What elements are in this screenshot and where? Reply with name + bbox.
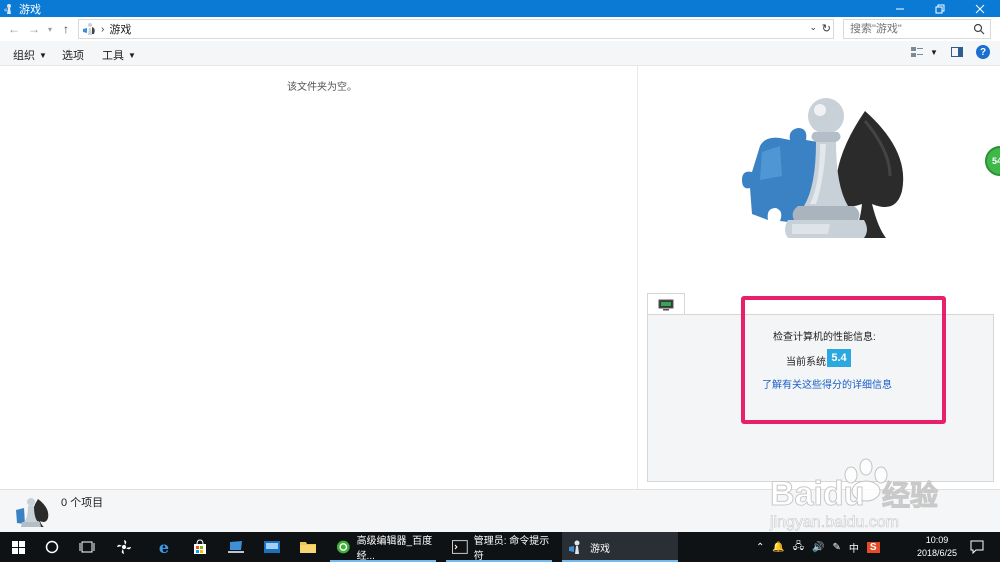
window-controls — [880, 0, 1000, 17]
cmd-icon — [452, 540, 468, 554]
file-list[interactable]: 该文件夹为空。 — [0, 66, 637, 489]
organize-label: 组织 — [13, 50, 35, 62]
minimize-icon — [896, 8, 904, 9]
breadcrumb-games[interactable]: 游戏 — [109, 21, 131, 37]
notification-bell-icon[interactable]: 🔔 — [772, 542, 784, 553]
restore-button[interactable] — [920, 0, 960, 17]
options-button[interactable]: 选项 — [62, 47, 84, 63]
taskbar-item-games[interactable]: 游戏 — [562, 532, 678, 562]
clock-time: 10:09 — [925, 535, 949, 545]
store-button[interactable] — [190, 537, 210, 557]
address-dropdown-icon[interactable]: ⌄ — [809, 22, 817, 33]
help-icon: ? — [976, 45, 990, 59]
games-folder-icon — [83, 23, 95, 35]
command-bar: 组织 ▼ 选项 工具 ▼ ▼ ? — [0, 41, 1000, 66]
restore-icon — [935, 4, 945, 13]
up-arrow-icon: ↑ — [63, 22, 69, 36]
browser-360-icon — [336, 540, 350, 554]
caret-down-icon: ▼ — [128, 50, 136, 60]
recent-locations-button[interactable]: ▾ — [44, 19, 56, 39]
address-bar: ← → ▾ ↑ › 游戏 ⌄ ↻ — [0, 17, 1000, 41]
options-label: 选项 — [62, 50, 84, 62]
taskbar-item-cmd[interactable]: 管理员: 命令提示符 — [446, 532, 558, 562]
taskbar-item-label: 高级编辑器_百度经... — [356, 536, 433, 562]
fan-app-button[interactable] — [114, 537, 134, 557]
fan-icon — [117, 540, 131, 554]
view-icon — [911, 47, 923, 57]
tools-menu[interactable]: 工具 ▼ — [102, 47, 136, 63]
preview-pane-button[interactable] — [950, 45, 964, 59]
window-title: 游戏 — [19, 3, 41, 16]
close-button[interactable] — [960, 0, 1000, 17]
title-bar: 游戏 — [0, 0, 1000, 17]
store-bag-icon — [194, 539, 206, 554]
preview-pane: 检查计算机的性能信息: 当前系统 5.4 了解有关这些得分的详细信息 — [637, 66, 1000, 489]
forward-button[interactable]: → — [24, 19, 44, 39]
games-chess-logo-icon — [742, 98, 904, 238]
edge-button[interactable]: e — [154, 537, 174, 557]
start-button[interactable] — [8, 537, 28, 557]
ime-indicator[interactable]: 中 — [849, 540, 859, 555]
caret-down-icon: ▼ — [39, 50, 47, 60]
cortana-button[interactable] — [42, 537, 62, 557]
taskbar: e 高级编辑器_百度经... 管理员: 命令提示符 游戏 ⌃ 🔔 🖧 🔊 ✎ 中… — [0, 532, 1000, 562]
system-tray: ⌃ 🔔 🖧 🔊 ✎ 中 S — [756, 532, 880, 562]
preview-pane-icon — [951, 47, 963, 57]
help-button[interactable]: ? — [976, 45, 990, 59]
taskbar-item-editor[interactable]: 高级编辑器_百度经... — [330, 532, 442, 562]
network-icon[interactable]: 🖧 — [793, 539, 804, 556]
address-field[interactable]: › 游戏 ⌄ ↻ — [78, 19, 834, 39]
search-icon — [973, 23, 985, 35]
search-box[interactable] — [843, 19, 991, 39]
taskbar-item-label: 管理员: 命令提示符 — [473, 536, 550, 562]
details-pane: 0 个项目 — [0, 489, 1000, 532]
games-chess-thumbnail-icon — [16, 498, 49, 527]
monitor-icon — [658, 299, 674, 310]
breadcrumb-separator-icon: › — [101, 23, 105, 35]
clock-date: 2018/6/25 — [916, 548, 958, 558]
window-app-icon — [264, 541, 280, 553]
task-view-button[interactable] — [77, 537, 97, 557]
pen-icon[interactable]: ✎ — [832, 542, 840, 553]
games-folder-icon — [569, 540, 580, 554]
windows-logo-icon — [11, 540, 25, 554]
show-hidden-icons-icon[interactable]: ⌃ — [756, 542, 764, 553]
tools-label: 工具 — [102, 50, 124, 62]
action-center-button[interactable] — [967, 537, 987, 557]
folder-icon — [300, 542, 316, 553]
search-input[interactable] — [850, 23, 968, 35]
highlight-annotation-box — [741, 296, 946, 424]
item-count: 0 个项目 — [61, 497, 104, 509]
file-explorer-button[interactable] — [298, 537, 318, 557]
system-clock[interactable]: 10:09 2018/6/25 — [913, 534, 961, 560]
back-button[interactable]: ← — [4, 19, 24, 39]
chevron-down-icon: ▾ — [47, 24, 52, 34]
volume-icon[interactable]: 🔊 — [812, 542, 824, 553]
up-button[interactable]: ↑ — [56, 19, 76, 39]
forward-arrow-icon: → — [28, 22, 40, 36]
app-pc-button[interactable] — [226, 537, 246, 557]
back-arrow-icon: ← — [8, 22, 20, 36]
minimize-button[interactable] — [880, 0, 920, 17]
app-mail-button[interactable] — [262, 537, 282, 557]
laptop-icon — [228, 541, 244, 553]
task-view-icon — [79, 541, 95, 553]
organize-menu[interactable]: 组织 ▼ — [13, 47, 47, 63]
cortana-circle-icon — [45, 540, 59, 554]
games-folder-icon — [4, 3, 11, 14]
sogou-ime-icon[interactable]: S — [866, 541, 880, 553]
view-options-button[interactable]: ▼ — [910, 45, 938, 59]
close-icon — [975, 4, 985, 13]
caret-down-icon: ▼ — [930, 47, 938, 57]
taskbar-item-label: 游戏 — [590, 543, 610, 555]
performance-tab[interactable] — [647, 293, 685, 315]
empty-folder-message: 该文件夹为空。 — [287, 82, 357, 93]
edge-icon: e — [158, 537, 170, 557]
refresh-icon[interactable]: ↻ — [822, 22, 831, 35]
action-center-icon — [970, 540, 984, 554]
